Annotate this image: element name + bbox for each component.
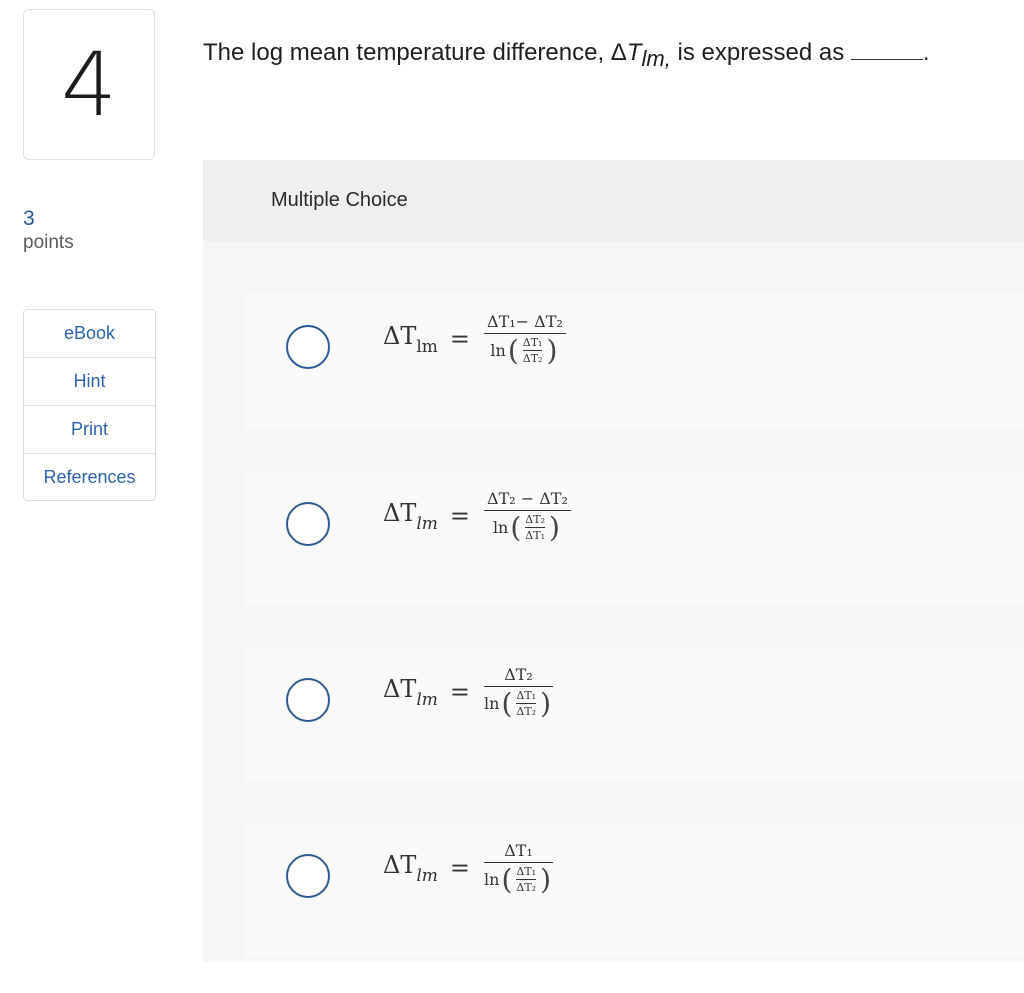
inner-numerator: ΔT₁: [516, 689, 537, 703]
open-paren: (: [507, 333, 519, 367]
lhs-subscript: lm: [416, 689, 438, 710]
points-label: points: [23, 232, 74, 253]
denominator: ln ( ΔT₂ ΔT₁ ): [493, 511, 562, 542]
inner-denominator: ΔT₂: [516, 705, 537, 719]
formula-lhs: ΔTlm: [383, 322, 438, 357]
delta-T: ΔT: [383, 675, 417, 704]
question-number: 4: [23, 9, 155, 160]
inner-fraction-bar: [516, 703, 537, 705]
formula-2: ΔTlm = ΔT₂ − ΔT₂ ln ( ΔT₂ ΔT₁ ): [383, 489, 571, 542]
formula-4: ΔTlm = ΔT₁ ln ( ΔT₁ ΔT₂ ): [383, 841, 554, 894]
equals-sign: =: [449, 677, 471, 706]
close-paren: ): [540, 686, 552, 720]
question-text: The log mean temperature difference, ΔTl…: [203, 36, 1018, 71]
answer-blank: [850, 37, 923, 60]
question-text-end: is expressed as: [670, 39, 851, 66]
equals-sign: =: [449, 324, 471, 353]
ln-label: ln: [492, 518, 509, 538]
tools-panel: eBook Hint Print References: [23, 309, 156, 501]
formula-3: ΔTlm = ΔT₂ ln ( ΔT₁ ΔT₂ ): [383, 665, 554, 718]
points-value: 3: [23, 207, 35, 230]
ln-label: ln: [484, 870, 500, 890]
close-paren: ): [540, 862, 552, 896]
equals-sign: =: [449, 501, 471, 530]
inner-fraction-bar: [516, 879, 537, 881]
delta-T: ΔT: [383, 499, 417, 528]
references-link[interactable]: References: [24, 454, 155, 500]
lhs-subscript: lm: [416, 336, 438, 357]
choice-option-3[interactable]: ΔTlm = ΔT₂ ln ( ΔT₁ ΔT₂ ): [245, 647, 1024, 782]
denominator: ln ( ΔT₁ ΔT₂ ): [490, 334, 559, 365]
delta-T: ΔT: [383, 322, 417, 351]
close-paren: ): [549, 510, 560, 544]
inner-fraction: ΔT₂ ΔT₁: [525, 513, 545, 542]
lhs-subscript: lm: [416, 513, 438, 534]
inner-fraction: ΔT₁ ΔT₂: [516, 689, 537, 719]
inner-numerator: ΔT₁: [516, 865, 537, 879]
numerator: ΔT₂ − ΔT₂: [487, 489, 568, 508]
radio-button-3[interactable]: [286, 678, 330, 722]
radio-button-2[interactable]: [286, 502, 330, 546]
formula-1: ΔTlm = ΔT₁− ΔT₂ ln ( ΔT₁ ΔT₂ ): [383, 312, 566, 365]
multiple-choice-panel: Multiple Choice ΔTlm = ΔT₁− ΔT₂ ln ( ΔT₁…: [203, 160, 1024, 962]
close-paren: ): [546, 333, 558, 367]
radio-button-1[interactable]: [286, 325, 330, 369]
print-link[interactable]: Print: [24, 406, 155, 454]
ln-label: ln: [490, 341, 506, 361]
equals-sign: =: [449, 853, 471, 882]
inner-denominator: ΔT₁: [525, 529, 545, 543]
open-paren: (: [510, 510, 522, 544]
fraction: ΔT₁ ln ( ΔT₁ ΔT₂ ): [484, 841, 554, 894]
inner-fraction-bar: [525, 527, 545, 529]
question-sub: lm,: [641, 46, 671, 71]
question-period: .: [922, 39, 930, 66]
radio-button-4[interactable]: [286, 854, 330, 898]
hint-link[interactable]: Hint: [24, 358, 155, 406]
inner-numerator: ΔT₂: [525, 513, 545, 527]
fraction: ΔT₂ − ΔT₂ ln ( ΔT₂ ΔT₁ ): [484, 489, 571, 542]
inner-fraction: ΔT₁ ΔT₂: [522, 336, 543, 366]
denominator: ln ( ΔT₁ ΔT₂ ): [484, 687, 553, 718]
section-label: Multiple Choice: [203, 160, 1024, 241]
denominator: ln ( ΔT₁ ΔT₂ ): [484, 863, 553, 894]
inner-denominator: ΔT₂: [516, 881, 537, 895]
question-var: T: [626, 39, 642, 66]
numerator: ΔT₁− ΔT₂: [487, 312, 563, 331]
points-info: 3 points: [23, 206, 74, 254]
formula-lhs: ΔTlm: [383, 675, 438, 710]
numerator: ΔT₂: [504, 665, 533, 684]
open-paren: (: [501, 862, 513, 896]
choice-option-2[interactable]: ΔTlm = ΔT₂ − ΔT₂ ln ( ΔT₂ ΔT₁ ): [245, 471, 1024, 606]
formula-lhs: ΔTlm: [383, 499, 438, 534]
lhs-subscript: lm: [416, 865, 438, 886]
inner-fraction: ΔT₁ ΔT₂: [516, 865, 537, 895]
choice-option-1[interactable]: ΔTlm = ΔT₁− ΔT₂ ln ( ΔT₁ ΔT₂ ): [245, 294, 1024, 429]
numerator: ΔT₁: [504, 841, 533, 860]
choice-option-4[interactable]: ΔTlm = ΔT₁ ln ( ΔT₁ ΔT₂ ): [245, 823, 1024, 958]
question-text-start: The log mean temperature difference, Δ: [203, 39, 627, 66]
fraction: ΔT₂ ln ( ΔT₁ ΔT₂ ): [484, 665, 554, 718]
inner-denominator: ΔT₂: [522, 352, 543, 366]
ln-label: ln: [484, 694, 500, 714]
fraction: ΔT₁− ΔT₂ ln ( ΔT₁ ΔT₂ ): [484, 312, 566, 365]
open-paren: (: [501, 686, 513, 720]
formula-lhs: ΔTlm: [383, 851, 438, 886]
delta-T: ΔT: [383, 851, 417, 880]
inner-fraction-bar: [522, 350, 543, 352]
inner-numerator: ΔT₁: [522, 336, 543, 350]
ebook-link[interactable]: eBook: [24, 310, 155, 358]
